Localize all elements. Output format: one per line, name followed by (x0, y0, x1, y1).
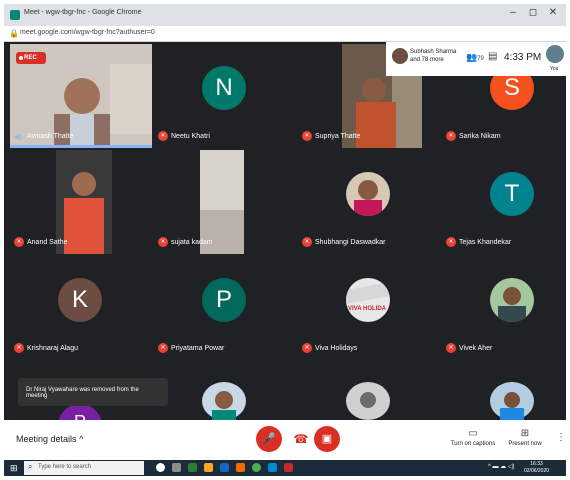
search-placeholder: Type here to search (38, 464, 92, 470)
participant-name: Shubhangi Daswadkar (315, 239, 386, 246)
avatar: P (202, 278, 246, 322)
muted-mic-icon: ✕ (446, 131, 456, 141)
windows-start-icon[interactable]: ⊞ (10, 463, 18, 474)
muted-mic-icon: ✕ (446, 343, 456, 353)
title-bar: Meet - wgw-tbgr-fnc - Google Chrome – ◻ … (4, 4, 566, 26)
app-icon[interactable] (220, 463, 229, 472)
muted-mic-icon: ✕ (446, 237, 456, 247)
meeting-grid: REC ◀) Avinash Thatte N ✕ Neetu Khatri ✕… (4, 42, 566, 420)
people-icon: 👥 (466, 52, 478, 62)
search-icon: ⌕ (28, 462, 33, 471)
minimize-button[interactable]: – (504, 7, 522, 18)
participant-tile-sujata[interactable]: ✕ sujata kadam (154, 150, 294, 254)
participant-name: Sarika Nikam (459, 133, 501, 140)
muted-mic-icon: ✕ (158, 343, 168, 353)
chevron-up-icon: ^ (79, 434, 84, 444)
active-speaker-indicator (10, 145, 152, 148)
viva-logo: VIVA HOLIDA (346, 278, 390, 322)
lock-icon: 🔒 (9, 29, 19, 38)
file-explorer-icon[interactable] (204, 463, 213, 472)
chrome-icon[interactable] (252, 463, 261, 472)
muted-mic-icon: ✕ (302, 131, 312, 141)
taskbar-search-box[interactable]: ⌕ Type here to search (24, 461, 144, 475)
mic-off-icon: 🎤 (262, 433, 276, 445)
chat-icon[interactable]: ▤ (488, 51, 497, 62)
meet-favicon-icon (10, 10, 20, 20)
meeting-controls-bar: Meeting details ^ 🎤 ☎ ▣ ▭ Turn on captio… (4, 420, 566, 460)
participant-tile-krishnaraj[interactable]: K ✕ Krishnaraj Alagu (10, 256, 150, 360)
avatar: N (202, 66, 246, 110)
participant-tile-neetu[interactable]: N ✕ Neetu Khatri (154, 44, 294, 148)
leave-call-button[interactable]: ☎ (288, 426, 314, 452)
meeting-clock: 4:33 PM (504, 52, 542, 63)
participant-name: Vivek Aher (459, 345, 493, 352)
participant-tile-vivek[interactable]: ✕ Vivek Aher (442, 256, 566, 360)
partial-avatar: P (58, 404, 102, 420)
presenter-text: Subhash Sharma and 78 more (410, 49, 457, 63)
app-icon[interactable] (284, 463, 293, 472)
participant-tile-tejas[interactable]: T ✕ Tejas Khandekar (442, 150, 566, 254)
partial-participant-photo (202, 382, 246, 420)
muted-mic-icon: ✕ (302, 237, 312, 247)
participant-tile-anand[interactable]: ✕ Anand Sathe (10, 150, 150, 254)
avatar: T (490, 172, 534, 216)
participant-name: Anand Sathe (27, 239, 68, 246)
recording-badge: REC (16, 52, 46, 64)
muted-mic-icon: ✕ (14, 343, 24, 353)
muted-mic-icon: ✕ (158, 237, 168, 247)
camera-off-button[interactable]: ▣ (314, 426, 340, 452)
participant-tile-avinash[interactable]: REC ◀) Avinash Thatte (10, 44, 152, 148)
url-text[interactable]: meet.google.com/wgw-tbgr-fnc?authuser=0 (20, 29, 155, 36)
presenter-avatar (392, 48, 408, 64)
self-view-label: You (550, 66, 559, 72)
windows-taskbar: ⊞ ⌕ Type here to search ^ ▬ ☁ ◁) 16:33 0… (4, 460, 566, 476)
muted-mic-icon: ✕ (302, 343, 312, 353)
mic-off-button[interactable]: 🎤 (256, 426, 282, 452)
app-icon[interactable] (268, 463, 277, 472)
app-icon[interactable] (236, 463, 245, 472)
participant-name: Neetu Khatri (171, 133, 210, 140)
task-view-icon[interactable] (172, 463, 181, 472)
muted-mic-icon: ✕ (14, 237, 24, 247)
captions-icon: ▭ (468, 428, 478, 439)
browser-window: Meet - wgw-tbgr-fnc - Google Chrome – ◻ … (4, 4, 566, 476)
notification-toast: Dr Niraj Vyawahare was removed from the … (18, 378, 168, 406)
partial-participant-photo (346, 382, 390, 420)
avatar: K (58, 278, 102, 322)
cortana-icon[interactable] (156, 463, 165, 472)
viva-logo-text: VIVA HOLIDA (348, 306, 387, 312)
participant-name: sujata kadam (171, 239, 213, 246)
captions-button[interactable]: ▭ Turn on captions (448, 428, 498, 447)
participant-tile-viva[interactable]: VIVA HOLIDA ✕ Viva Holidays (298, 256, 438, 360)
close-button[interactable]: ✕ (544, 7, 562, 18)
meeting-top-panel: Subhash Sharma and 78 more 👥79 ▤ 4:33 PM… (386, 42, 566, 76)
participant-name: Tejas Khandekar (459, 239, 512, 246)
system-tray-icons[interactable]: ^ ▬ ☁ ◁) (488, 463, 514, 470)
participant-photo (346, 172, 390, 216)
hang-up-icon: ☎ (293, 432, 309, 446)
address-bar[interactable]: 🔒 meet.google.com/wgw-tbgr-fnc?authuser=… (4, 26, 566, 42)
participants-button[interactable]: 👥79 (466, 52, 484, 63)
window-title: Meet - wgw-tbgr-fnc - Google Chrome (24, 9, 142, 16)
maximize-button[interactable]: ◻ (524, 7, 542, 18)
self-view-avatar[interactable] (546, 45, 564, 63)
participant-name: Avinash Thatte (27, 133, 74, 140)
meeting-details-button[interactable]: Meeting details ^ (16, 434, 83, 444)
participant-name: Viva Holidays (315, 345, 358, 352)
participant-tile-priyatama[interactable]: P ✕ Priyatama Powar (154, 256, 294, 360)
mic-active-icon: ◀) (14, 134, 22, 141)
participant-name: Krishnaraj Alagu (27, 345, 78, 352)
present-icon: ⊞ (520, 428, 530, 439)
participant-photo (490, 278, 534, 322)
taskbar-clock[interactable]: 16:33 02/06/2020 (524, 461, 549, 475)
partial-participant-photo (490, 382, 534, 420)
present-now-button[interactable]: ⊞ Present now (504, 428, 546, 447)
participant-name: Supriya Thatte (315, 133, 361, 140)
participant-tile-shubhangi[interactable]: ✕ Shubhangi Daswadkar (298, 150, 438, 254)
app-icon[interactable] (188, 463, 197, 472)
camera-off-icon: ▣ (321, 433, 333, 445)
muted-mic-icon: ✕ (158, 131, 168, 141)
more-options-icon[interactable]: ⋮ (556, 432, 566, 443)
participant-name: Priyatama Powar (171, 345, 225, 352)
